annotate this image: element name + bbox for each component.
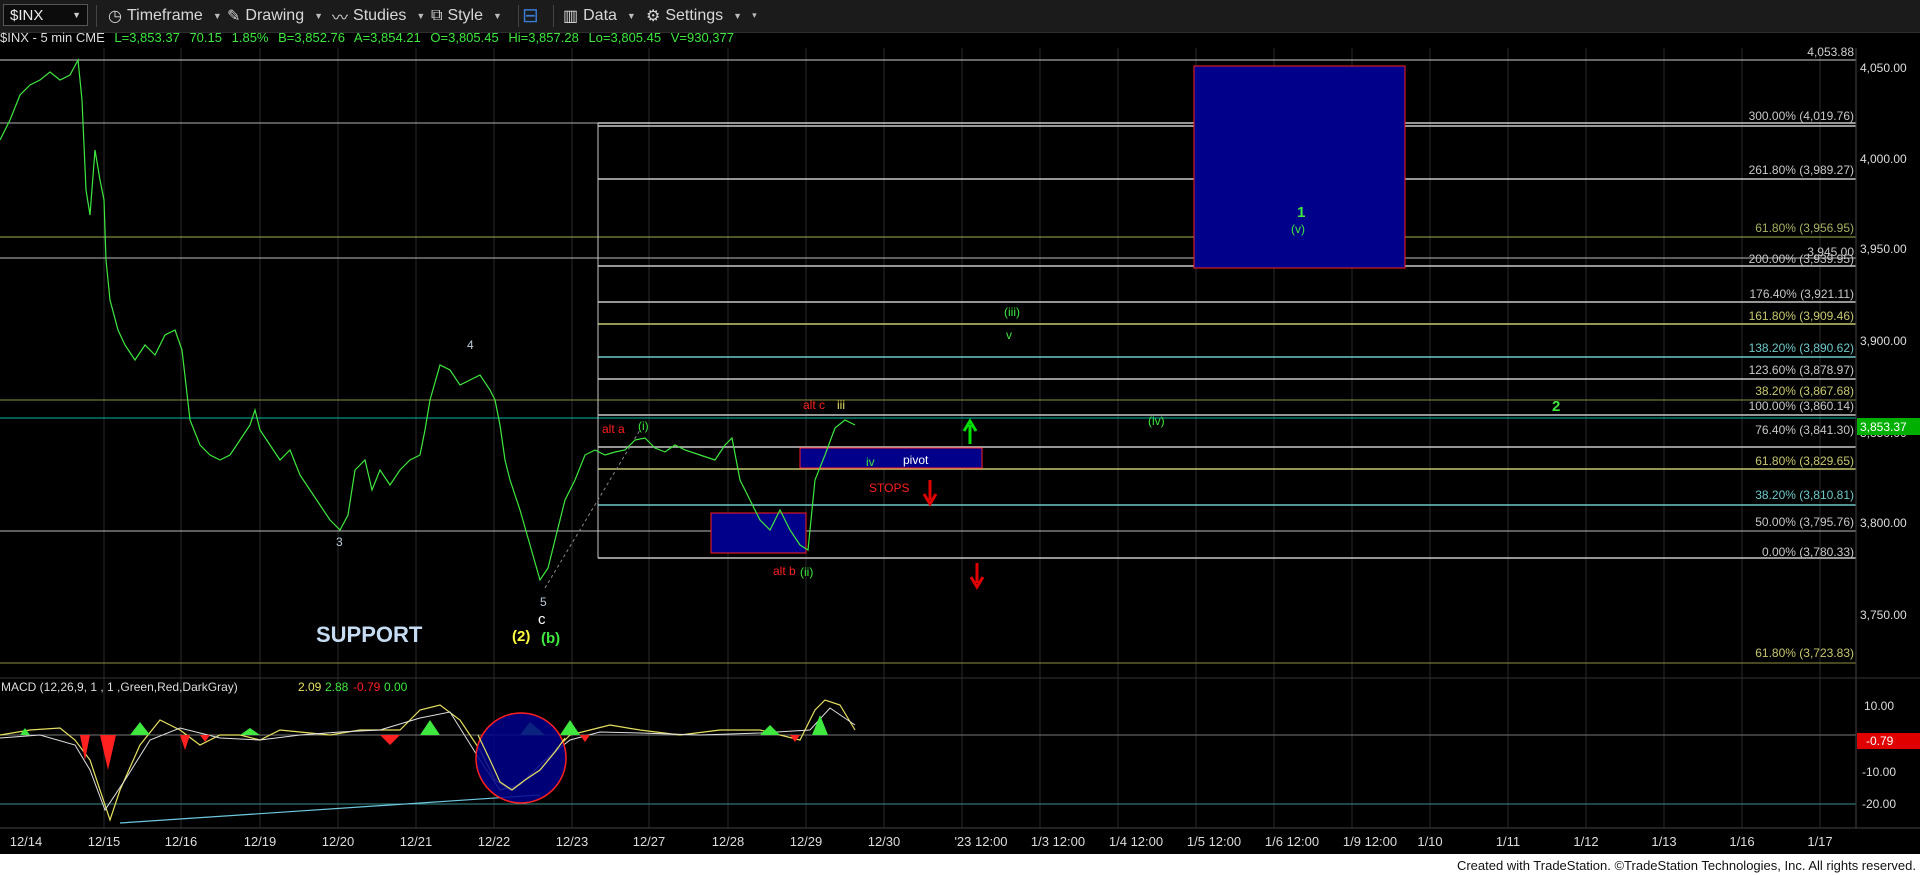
horizontal-levels	[0, 59, 1856, 805]
fib-labels: 300.00% (4,019.76) 261.80% (3,989.27) 61.8…	[1749, 109, 1855, 660]
time-tick: 1/6 12:00	[1265, 834, 1319, 849]
wave-trend-line	[544, 429, 641, 589]
fib-label: 123.60% (3,878.97)	[1749, 363, 1854, 377]
time-tick: 12/15	[88, 834, 121, 849]
time-tick: 1/5 12:00	[1187, 834, 1241, 849]
support-label: SUPPORT	[316, 622, 423, 647]
fib-label: 76.40% (3,841.30)	[1755, 423, 1854, 437]
time-tick: 12/21	[400, 834, 433, 849]
macd-tick: -20.00	[1862, 797, 1896, 811]
time-tick: 12/28	[712, 834, 745, 849]
chart-canvas[interactable]: SUPPORT pivot STOPS 1 (v) 2 3 4 5 c (2) …	[0, 0, 1920, 875]
macd-hist: -0.79	[353, 680, 381, 694]
macd-current-label: -0.79	[1866, 734, 1894, 748]
price-series	[0, 57, 856, 582]
wave-5-label: 5	[540, 595, 547, 609]
time-tick: 12/27	[633, 834, 666, 849]
time-tick: '23 12:00	[954, 834, 1007, 849]
time-tick: 1/11	[1496, 834, 1520, 849]
wave-2-label: 2	[1552, 398, 1560, 415]
pivot-label: pivot	[903, 453, 929, 467]
time-tick: 1/4 12:00	[1109, 834, 1163, 849]
stops-label: STOPS	[869, 481, 909, 495]
fib-label: 176.40% (3,921.11)	[1749, 287, 1854, 301]
wave-iii-small-label: iii	[837, 398, 845, 412]
current-price-label: 3,853.37	[1860, 420, 1907, 434]
time-tick: 1/17	[1807, 834, 1832, 849]
fib-label: 200.00% (3,939.95)	[1749, 252, 1854, 266]
fib-label: 38.20% (3,810.81)	[1755, 488, 1854, 502]
price-tick: 3,950.00	[1860, 242, 1907, 256]
macd-header: MACD (12,26,9, 1 , 1 ,Green,Red,DarkGray…	[1, 680, 408, 694]
macd-axis: 10.00 -10.00 -20.00	[1862, 699, 1896, 811]
wave-ii-label: (ii)	[800, 565, 813, 579]
fib-label: 300.00% (4,019.76)	[1749, 109, 1854, 123]
fib-label: 61.80% (3,723.83)	[1755, 646, 1854, 660]
footer-text: Created with TradeStation. ©TradeStation…	[1456, 858, 1916, 873]
time-tick: 1/16	[1729, 834, 1754, 849]
fib-label: 50.00% (3,795.76)	[1755, 515, 1854, 529]
wave-v-small-label: v	[1006, 328, 1012, 342]
price-tick: 3,750.00	[1860, 608, 1907, 622]
fib-label: 138.20% (3,890.62)	[1749, 341, 1854, 355]
time-axis: 12/14 12/15 12/16 12/19 12/20 12/21 12/22 12/23…	[10, 834, 1833, 849]
alt-c-label: alt c	[803, 398, 825, 412]
alt-b-label: alt b	[773, 564, 796, 578]
wave-1-label: 1	[1297, 204, 1305, 221]
time-tick: 12/23	[556, 834, 589, 849]
pivot-box[interactable]	[799, 447, 983, 469]
fib-label: 100.00% (3,860.14)	[1749, 399, 1854, 413]
wave-c-label: c	[538, 611, 546, 628]
fib-label: 0.00% (3,780.33)	[1762, 545, 1854, 559]
wave-i-label: (i)	[638, 419, 649, 433]
wave-iii-label: (iii)	[1004, 305, 1020, 319]
time-tick: 1/13	[1651, 834, 1676, 849]
price-tick: 3,800.00	[1860, 516, 1907, 530]
wave-iv-label: iv	[866, 455, 875, 469]
macd-tick: -10.00	[1862, 765, 1896, 779]
time-tick: 1/12	[1573, 834, 1598, 849]
time-tick: 12/16	[165, 834, 198, 849]
wave-4-label: 4	[467, 338, 474, 352]
price-tick: 4,050.00	[1860, 61, 1907, 75]
price-axis: 4,050.004,000.003,950.003,900.003,850.00…	[1860, 61, 1907, 622]
alt-a-label: alt a	[602, 422, 625, 436]
arrows	[922, 418, 985, 590]
wave-iv-paren-label: (iv)	[1148, 414, 1165, 428]
macd-tick: 10.00	[1864, 699, 1894, 713]
time-tick: 1/3 12:00	[1031, 834, 1085, 849]
time-tick: 12/22	[478, 834, 511, 849]
wave-b-label: (b)	[541, 630, 560, 647]
time-tick: 12/14	[10, 834, 43, 849]
wave-2-paren-label: (2)	[512, 628, 530, 645]
time-tick: 1/9 12:00	[1343, 834, 1397, 849]
macd-panel	[0, 699, 1856, 824]
price-tick: 4,000.00	[1860, 152, 1907, 166]
top-level-label: 4,053.88	[1807, 45, 1854, 59]
time-tick: 1/10	[1417, 834, 1442, 849]
price-tick: 3,900.00	[1860, 334, 1907, 348]
fib-label: 161.80% (3,909.46)	[1749, 309, 1854, 323]
wave-3-label: 3	[336, 535, 343, 549]
time-tick: 12/30	[868, 834, 901, 849]
macd-signal: 2.88	[325, 680, 349, 694]
fib-label: 61.80% (3,829.65)	[1755, 454, 1854, 468]
wave-v-label: (v)	[1291, 222, 1305, 236]
vertical-gridlines	[103, 48, 1821, 828]
fib-label: 261.80% (3,989.27)	[1749, 163, 1854, 177]
time-tick: 12/29	[790, 834, 823, 849]
time-tick: 12/19	[244, 834, 277, 849]
fib-label: 61.80% (3,956.95)	[1755, 221, 1854, 235]
macd-zero: 0.00	[384, 680, 408, 694]
target-box[interactable]	[1193, 65, 1406, 269]
macd-value: 2.09	[298, 680, 322, 694]
macd-title: MACD (12,26,9, 1 , 1 ,Green,Red,DarkGray…	[1, 680, 238, 694]
time-tick: 12/20	[322, 834, 355, 849]
fib-label: 38.20% (3,867.68)	[1755, 384, 1854, 398]
